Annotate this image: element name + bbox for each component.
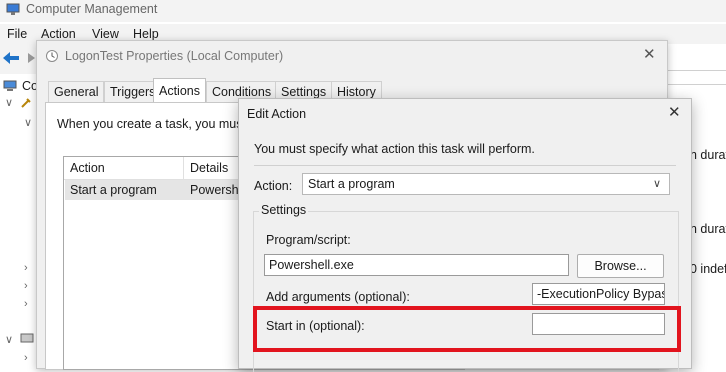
close-icon[interactable]: ✕ [668,103,681,121]
menu-view[interactable]: View [92,27,119,41]
menu-help[interactable]: Help [133,27,159,41]
menu-file[interactable]: File [7,27,27,41]
program-script-value: Powershell.exe [269,258,354,272]
tree-expand-icon[interactable]: ∨ [5,333,13,346]
tree-collapse-icon[interactable]: › [24,280,28,292]
edit-action-title: Edit Action [247,107,307,121]
tree-collapse-icon[interactable]: › [24,352,28,364]
settings-group-label: Settings [259,203,309,217]
computer-management-title: Computer Management [26,2,158,16]
properties-title: LogonTest Properties (Local Computer) [65,49,284,63]
storage-icon [20,333,34,343]
action-label: Action: [254,179,293,193]
program-script-input[interactable]: Powershell.exe [264,254,569,276]
close-icon[interactable]: ✕ [643,45,656,63]
tree-expand-icon[interactable]: ∨ [24,116,32,129]
trigger-text: n durati [690,222,726,236]
divider [666,84,726,85]
forward-arrow-icon[interactable] [23,53,35,63]
tree-expand-icon[interactable]: ∨ [5,96,13,109]
trigger-text: n durati [690,148,726,162]
clock-icon [46,50,58,62]
action-dropdown[interactable]: Start a program ∨ [302,173,670,195]
tab-general[interactable]: General [48,81,105,102]
column-divider[interactable] [183,157,184,179]
computer-management-icon [6,3,20,15]
add-arguments-value: -ExecutionPolicy Bypass [537,287,665,301]
separator [254,165,676,166]
tab-actions[interactable]: Actions [153,78,206,103]
actions-intro-text: When you create a task, you must [57,117,246,131]
column-header-details[interactable]: Details [190,161,228,175]
divider [666,70,726,71]
back-arrow-icon[interactable] [2,51,20,65]
system-tools-icon [21,98,31,108]
menu-action[interactable]: Action [41,27,76,41]
program-script-label: Program/script: [266,233,351,247]
tree-collapse-icon[interactable]: › [24,262,28,274]
highlight-box [253,306,681,352]
instruction-text: You must specify what action this task w… [254,142,535,156]
row-action-cell: Start a program [70,183,157,197]
add-arguments-label: Add arguments (optional): [266,290,410,304]
trigger-text: 0 indef [690,262,726,276]
browse-button[interactable]: Browse... [577,254,664,278]
add-arguments-input[interactable]: -ExecutionPolicy Bypass [532,283,665,305]
action-dropdown-value: Start a program [308,177,395,191]
computer-tree-icon [3,80,17,91]
column-header-action[interactable]: Action [70,161,105,175]
chevron-down-icon: ∨ [653,178,662,190]
tree-collapse-icon[interactable]: › [24,298,28,310]
